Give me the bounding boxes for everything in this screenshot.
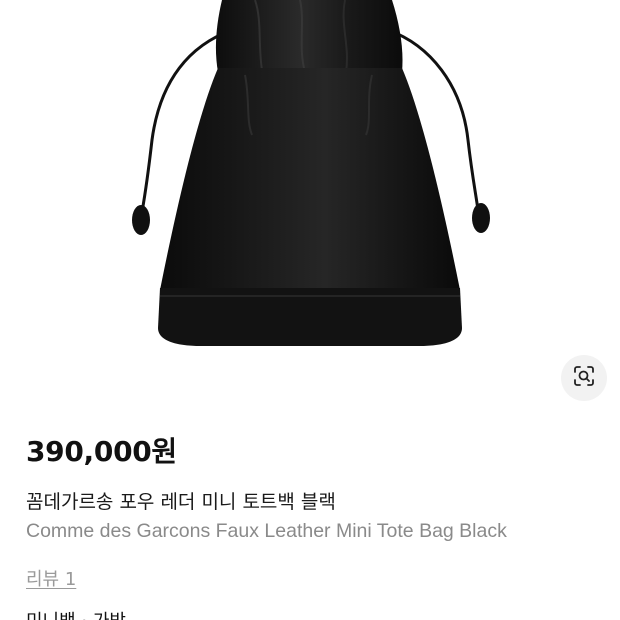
product-detail-page: 390,000원 꼼데가르송 포우 레더 미니 토트백 블랙 Comme des…: [0, 0, 620, 620]
product-price: 390,000원: [26, 435, 177, 468]
product-name-korean: 꼼데가르송 포우 레더 미니 토트백 블랙: [26, 491, 336, 513]
image-search-lens-icon: [572, 364, 596, 392]
review-count-link[interactable]: 리뷰 1: [26, 565, 76, 591]
product-name-english: Comme des Garcons Faux Leather Mini Tote…: [26, 520, 507, 542]
category-breadcrumb[interactable]: 미니백 · 가방: [26, 607, 126, 620]
image-search-button[interactable]: [561, 355, 607, 401]
product-image[interactable]: [0, 0, 620, 410]
